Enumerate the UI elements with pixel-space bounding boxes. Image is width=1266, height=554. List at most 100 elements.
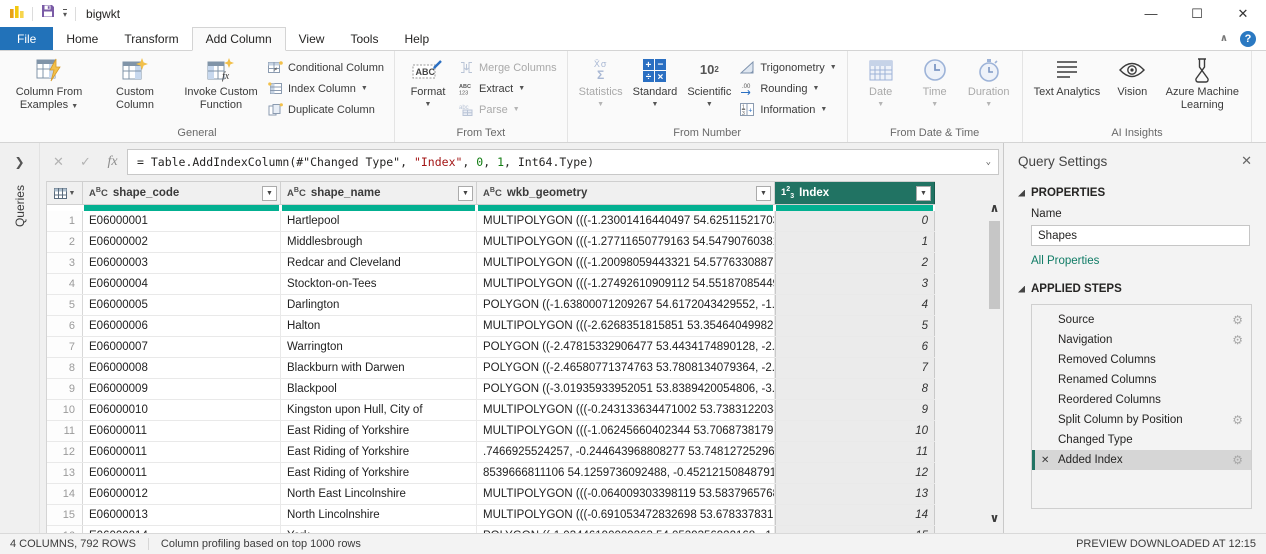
- tab-home[interactable]: Home: [53, 27, 111, 50]
- invoke-custom-function-button[interactable]: fx Invoke Custom Function: [178, 53, 264, 126]
- row-number[interactable]: 1: [47, 211, 83, 231]
- cell-index[interactable]: 8: [775, 379, 935, 399]
- cell-shape-name[interactable]: Kingston upon Hull, City of: [281, 400, 477, 420]
- cell-wkb-geometry[interactable]: .7466925524257, -0.244643968808277 53.74…: [477, 442, 775, 462]
- cell-shape-name[interactable]: Redcar and Cleveland: [281, 253, 477, 273]
- tab-tools[interactable]: Tools: [337, 27, 391, 50]
- row-number[interactable]: 10: [47, 400, 83, 420]
- tab-help[interactable]: Help: [391, 27, 442, 50]
- filter-dropdown-button[interactable]: ▼: [756, 186, 771, 201]
- cell-shape-code[interactable]: E06000014: [83, 526, 281, 533]
- row-number[interactable]: 9: [47, 379, 83, 399]
- row-number[interactable]: 6: [47, 316, 83, 336]
- applied-steps-section-header[interactable]: APPLIED STEPS: [1018, 283, 1252, 295]
- cell-shape-code[interactable]: E06000008: [83, 358, 281, 378]
- cell-wkb-geometry[interactable]: MULTIPOLYGON (((-1.06245660402344 53.706…: [477, 421, 775, 441]
- cell-shape-code[interactable]: E06000011: [83, 463, 281, 483]
- cell-shape-name[interactable]: East Riding of Yorkshire: [281, 421, 477, 441]
- cell-index[interactable]: 14: [775, 505, 935, 525]
- all-properties-link[interactable]: All Properties: [1031, 255, 1252, 267]
- gear-icon[interactable]: ⚙: [1232, 454, 1243, 466]
- scroll-down-icon[interactable]: ∨: [990, 511, 1000, 529]
- scrollbar-track[interactable]: [989, 219, 1000, 511]
- cell-wkb-geometry[interactable]: MULTIPOLYGON (((-0.243133634471002 53.73…: [477, 400, 775, 420]
- cell-index[interactable]: 3: [775, 274, 935, 294]
- gear-icon[interactable]: ⚙: [1232, 414, 1243, 426]
- cell-shape-name[interactable]: York: [281, 526, 477, 533]
- expand-formula-bar-icon[interactable]: ⌄: [986, 157, 991, 167]
- row-number[interactable]: 5: [47, 295, 83, 315]
- scroll-up-icon[interactable]: ∧: [990, 201, 1000, 219]
- cell-shape-name[interactable]: North Lincolnshire: [281, 505, 477, 525]
- tab-transform[interactable]: Transform: [111, 27, 191, 50]
- conditional-column-button[interactable]: ≠ Conditional Column: [268, 59, 384, 76]
- row-number[interactable]: 4: [47, 274, 83, 294]
- cell-wkb-geometry[interactable]: MULTIPOLYGON (((-1.27711650779163 54.547…: [477, 232, 775, 252]
- cell-shape-code[interactable]: E06000005: [83, 295, 281, 315]
- applied-step[interactable]: ✕Added Index⚙: [1032, 450, 1251, 470]
- customize-toolbar-dropdown-icon[interactable]: ▾: [63, 9, 67, 18]
- applied-step[interactable]: Renamed Columns: [1032, 370, 1251, 390]
- applied-step[interactable]: Reordered Columns: [1032, 390, 1251, 410]
- column-header-index[interactable]: 123 Index ▼: [775, 182, 935, 204]
- row-number[interactable]: 3: [47, 253, 83, 273]
- extract-button[interactable]: ABC123 Extract ▼: [459, 80, 557, 97]
- cell-shape-code[interactable]: E06000011: [83, 442, 281, 462]
- cell-shape-name[interactable]: North East Lincolnshire: [281, 484, 477, 504]
- cell-index[interactable]: 11: [775, 442, 935, 462]
- applied-step[interactable]: Removed Columns: [1032, 350, 1251, 370]
- row-number[interactable]: 16: [47, 526, 83, 533]
- cell-shape-code[interactable]: E06000013: [83, 505, 281, 525]
- cell-wkb-geometry[interactable]: POLYGON ((-2.47815332906477 53.443417489…: [477, 337, 775, 357]
- row-number[interactable]: 12: [47, 442, 83, 462]
- column-header-wkb-geometry[interactable]: ABC wkb_geometry ▼: [477, 182, 775, 204]
- cell-shape-code[interactable]: E06000001: [83, 211, 281, 231]
- cell-wkb-geometry[interactable]: POLYGON ((-1.03446190009263 54.052935692…: [477, 526, 775, 533]
- column-header-shape-name[interactable]: ABC shape_name ▼: [281, 182, 477, 204]
- index-column-button[interactable]: Index Column ▼: [268, 80, 384, 97]
- row-number[interactable]: 14: [47, 484, 83, 504]
- row-number[interactable]: 8: [47, 358, 83, 378]
- cell-wkb-geometry[interactable]: MULTIPOLYGON (((-1.27492610909112 54.551…: [477, 274, 775, 294]
- profiling-status[interactable]: Column profiling based on top 1000 rows: [161, 538, 361, 550]
- cell-shape-name[interactable]: East Riding of Yorkshire: [281, 463, 477, 483]
- cell-index[interactable]: 9: [775, 400, 935, 420]
- cell-wkb-geometry[interactable]: MULTIPOLYGON (((-0.691053472832698 53.67…: [477, 505, 775, 525]
- column-from-examples-button[interactable]: Column From Examples ▼: [6, 53, 92, 126]
- formula-input[interactable]: = Table.AddIndexColumn(#"Changed Type", …: [127, 149, 999, 175]
- duplicate-column-button[interactable]: Duplicate Column: [268, 101, 384, 118]
- cell-index[interactable]: 7: [775, 358, 935, 378]
- cell-shape-name[interactable]: Blackpool: [281, 379, 477, 399]
- cell-shape-name[interactable]: Halton: [281, 316, 477, 336]
- maximize-button[interactable]: ☐: [1174, 0, 1220, 27]
- cell-wkb-geometry[interactable]: MULTIPOLYGON (((-0.064009303398119 53.58…: [477, 484, 775, 504]
- cell-wkb-geometry[interactable]: MULTIPOLYGON (((-1.20098059443321 54.577…: [477, 253, 775, 273]
- cell-index[interactable]: 4: [775, 295, 935, 315]
- delete-step-icon[interactable]: ✕: [1041, 455, 1049, 466]
- cell-shape-name[interactable]: Hartlepool: [281, 211, 477, 231]
- cell-shape-name[interactable]: Middlesbrough: [281, 232, 477, 252]
- expand-queries-icon[interactable]: ❯: [14, 155, 24, 169]
- save-icon[interactable]: [41, 4, 55, 23]
- applied-step[interactable]: Navigation⚙: [1032, 330, 1251, 350]
- minimize-button[interactable]: —: [1128, 0, 1174, 27]
- applied-step[interactable]: Source⚙: [1032, 310, 1251, 330]
- collapse-ribbon-icon[interactable]: ∧: [1220, 33, 1228, 44]
- cell-shape-code[interactable]: E06000004: [83, 274, 281, 294]
- properties-section-header[interactable]: PROPERTIES: [1018, 187, 1252, 199]
- cell-wkb-geometry[interactable]: POLYGON ((-2.46580771374763 53.780813407…: [477, 358, 775, 378]
- cell-index[interactable]: 0: [775, 211, 935, 231]
- tab-file[interactable]: File: [0, 27, 53, 50]
- vertical-scrollbar[interactable]: ∧ ∨: [986, 181, 1003, 533]
- help-icon[interactable]: ?: [1240, 31, 1256, 47]
- standard-button[interactable]: +−÷× Standard ▼: [628, 53, 683, 126]
- column-header-shape-code[interactable]: ABC shape_code ▼: [83, 182, 281, 204]
- format-button[interactable]: ABC Format ▼: [401, 53, 455, 126]
- cell-shape-code[interactable]: E06000003: [83, 253, 281, 273]
- row-number[interactable]: 15: [47, 505, 83, 525]
- row-number[interactable]: 13: [47, 463, 83, 483]
- gear-icon[interactable]: ⚙: [1232, 334, 1243, 346]
- filter-dropdown-button[interactable]: ▼: [262, 186, 277, 201]
- cell-shape-code[interactable]: E06000011: [83, 421, 281, 441]
- cell-shape-name[interactable]: Darlington: [281, 295, 477, 315]
